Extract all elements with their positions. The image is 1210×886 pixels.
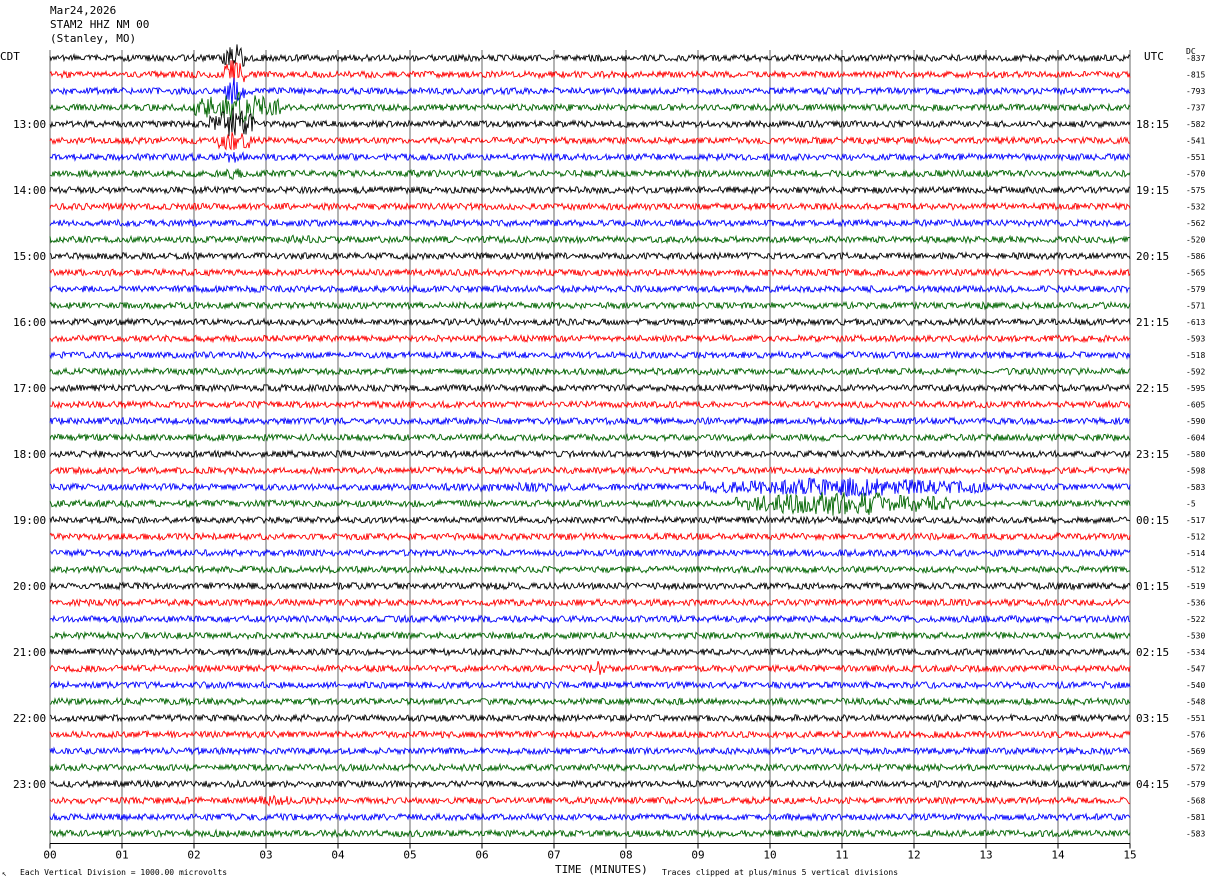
dc-offset-label: -5	[1186, 500, 1196, 509]
dc-offset-label: -579	[1186, 285, 1205, 294]
left-hour-label: 19:00	[13, 514, 46, 527]
dc-offset-label: -551	[1186, 714, 1205, 723]
station-location: (Stanley, MO)	[50, 32, 137, 45]
dc-offset-label: -520	[1186, 236, 1205, 245]
x-tick-label: 12	[907, 849, 920, 862]
x-tick-label: 05	[403, 849, 416, 862]
corner-mark: ↖	[2, 869, 7, 878]
right-hour-label: 18:15	[1136, 118, 1169, 131]
dc-offset-label: -540	[1186, 681, 1205, 690]
x-tick-label: 03	[259, 849, 272, 862]
dc-offset-label: -547	[1186, 665, 1205, 674]
right-hour-label: 03:15	[1136, 712, 1169, 725]
left-timezone-label: CDT	[0, 50, 20, 63]
x-tick-label: 00	[43, 849, 56, 862]
right-hour-label: 19:15	[1136, 184, 1169, 197]
vertical-scale-note: Each Vertical Division = 1000.00 microvo…	[20, 868, 228, 877]
dc-offset-label: -512	[1186, 566, 1205, 575]
left-hour-label: 15:00	[13, 250, 46, 263]
dc-offset-label: -604	[1186, 434, 1205, 443]
dc-offset-label: -580	[1186, 450, 1205, 459]
dc-offset-label: -592	[1186, 368, 1205, 377]
dc-offset-label: -517	[1186, 516, 1205, 525]
x-tick-label: 15	[1123, 849, 1136, 862]
dc-offset-label: -512	[1186, 533, 1205, 542]
x-tick-label: 08	[619, 849, 632, 862]
dc-offset-label: -534	[1186, 648, 1205, 657]
right-hour-label: 01:15	[1136, 580, 1169, 593]
dc-offset-label: -569	[1186, 747, 1205, 756]
dc-offset-label: -522	[1186, 615, 1205, 624]
right-hour-label: 21:15	[1136, 316, 1169, 329]
right-hour-label: 04:15	[1136, 778, 1169, 791]
dc-offset-label: -518	[1186, 351, 1205, 360]
left-hour-label: 16:00	[13, 316, 46, 329]
clipping-note: Traces clipped at plus/minus 5 vertical …	[662, 868, 899, 877]
dc-offset-label: -590	[1186, 417, 1205, 426]
dc-offset-label: -541	[1186, 137, 1205, 146]
dc-offset-label: -815	[1186, 71, 1205, 80]
x-tick-label: 07	[547, 849, 560, 862]
dc-offset-label: -530	[1186, 632, 1205, 641]
left-hour-label: 17:00	[13, 382, 46, 395]
dc-offset-label: -605	[1186, 401, 1205, 410]
left-hour-label: 18:00	[13, 448, 46, 461]
x-tick-label: 13	[979, 849, 992, 862]
dc-offset-label: -565	[1186, 269, 1205, 278]
dc-offset-label: -568	[1186, 797, 1205, 806]
dc-offset-header: DC	[1186, 47, 1196, 56]
station-code: STAM2 HHZ NM 00	[50, 18, 150, 31]
dc-offset-label: -586	[1186, 252, 1205, 261]
dc-offset-label: -595	[1186, 384, 1205, 393]
dc-offset-label: -562	[1186, 219, 1205, 228]
right-hour-label: 02:15	[1136, 646, 1169, 659]
dc-offset-label: -581	[1186, 813, 1205, 822]
dc-offset-label: -551	[1186, 153, 1205, 162]
dc-offset-label: -571	[1186, 302, 1205, 311]
dc-offset-label: -593	[1186, 335, 1205, 344]
dc-offset-label: -579	[1186, 780, 1205, 789]
right-hour-label: 00:15	[1136, 514, 1169, 527]
left-hour-label: 22:00	[13, 712, 46, 725]
right-timezone-label: UTC	[1144, 50, 1164, 63]
dc-offset-label: -570	[1186, 170, 1205, 179]
x-tick-label: 01	[115, 849, 128, 862]
x-tick-label: 02	[187, 849, 200, 862]
dc-offset-label: -598	[1186, 467, 1205, 476]
dc-offset-label: -514	[1186, 549, 1205, 558]
dc-offset-label: -532	[1186, 203, 1205, 212]
x-tick-label: 06	[475, 849, 488, 862]
x-axis-title: TIME (MINUTES)	[555, 863, 648, 876]
dc-offset-label: -793	[1186, 87, 1205, 96]
dc-offset-label: -737	[1186, 104, 1205, 113]
left-hour-label: 14:00	[13, 184, 46, 197]
left-hour-label: 20:00	[13, 580, 46, 593]
dc-offset-label: -576	[1186, 731, 1205, 740]
dc-offset-label: -613	[1186, 318, 1205, 327]
helicorder-plot: 00 01 02 03 04 05 06 07 08 09 10 11 12 13 14 15-837-815…	[0, 0, 1210, 886]
x-tick-label: 04	[331, 849, 345, 862]
dc-offset-label: -583	[1186, 483, 1205, 492]
dc-offset-label: -572	[1186, 764, 1205, 773]
right-hour-label: 22:15	[1136, 382, 1169, 395]
dc-offset-label: -583	[1186, 830, 1205, 839]
dc-offset-label: -575	[1186, 186, 1205, 195]
dc-offset-label: -582	[1186, 120, 1205, 129]
dc-offset-label: -548	[1186, 698, 1205, 707]
dc-offset-label: -536	[1186, 599, 1205, 608]
right-hour-label: 20:15	[1136, 250, 1169, 263]
left-hour-label: 21:00	[13, 646, 46, 659]
dc-offset-label: -519	[1186, 582, 1205, 591]
left-hour-label: 13:00	[13, 118, 46, 131]
left-hour-label: 23:00	[13, 778, 46, 791]
x-tick-label: 14	[1051, 849, 1065, 862]
plot-date: Mar24,2026	[50, 4, 117, 17]
x-tick-label: 11	[835, 849, 848, 862]
x-tick-label: 09	[691, 849, 704, 862]
right-hour-label: 23:15	[1136, 448, 1169, 461]
x-tick-label: 10	[763, 849, 776, 862]
